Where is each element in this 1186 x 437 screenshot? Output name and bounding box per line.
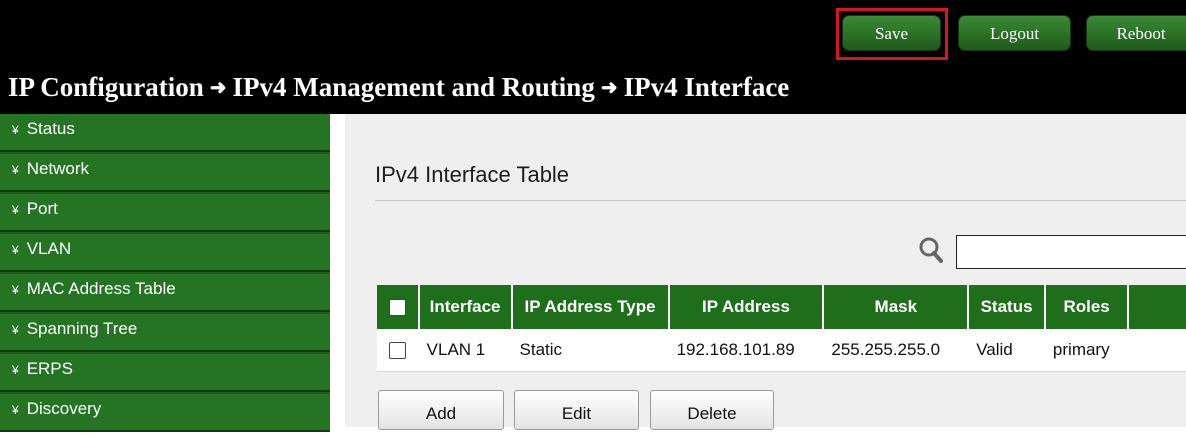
chevron-down-icon: ¥ <box>12 123 19 137</box>
reboot-button[interactable]: Reboot <box>1086 15 1186 51</box>
cell-roles: primary <box>1044 329 1129 372</box>
cell-interface: VLAN 1 <box>418 329 512 372</box>
add-button[interactable]: Add <box>378 390 504 430</box>
sidebar-item-erps[interactable]: ¥ ERPS <box>0 354 330 392</box>
search-input[interactable] <box>956 235 1186 269</box>
page-title: IPv4 Interface Table <box>375 162 570 187</box>
column-header-ip-address-type[interactable]: IP Address Type <box>511 285 670 329</box>
chevron-down-icon: ¥ <box>12 403 19 417</box>
row-select-cell <box>377 329 419 372</box>
row-checkbox[interactable] <box>389 342 407 360</box>
top-bar: Save Logout Reboot <box>0 0 1186 64</box>
sidebar-item-status[interactable]: ¥ Status <box>0 114 330 152</box>
main-content <box>345 114 1186 427</box>
sidebar-item-label: ERPS <box>26 359 73 378</box>
chevron-down-icon: ¥ <box>12 163 19 177</box>
ipv4-interface-table: Interface IP Address Type IP Address Mas… <box>377 285 1186 372</box>
sidebar-item-label: Network <box>26 159 90 178</box>
breadcrumb-bar: IP Configuration ➜ IPv4 Management and Rou… <box>0 64 1186 114</box>
breadcrumb: IP Configuration ➜ IPv4 Management and Rou… <box>8 72 789 103</box>
save-highlight-box <box>836 8 948 60</box>
cell-ip-address-type: Static <box>511 329 669 372</box>
breadcrumb-arrow-icon: ➜ <box>209 77 227 99</box>
column-header-roles[interactable]: Roles <box>1044 285 1130 329</box>
select-all-header <box>377 285 420 329</box>
chevron-down-icon: ¥ <box>12 283 19 297</box>
sidebar-item-discovery[interactable]: ¥ Discovery <box>0 394 330 432</box>
sidebar-item-vlan[interactable]: ¥ VLAN <box>0 234 330 272</box>
cell-extra <box>1128 329 1186 372</box>
breadcrumb-arrow-icon: ➜ <box>600 77 618 99</box>
sidebar-item-label: Port <box>26 199 58 218</box>
title-divider <box>375 200 1186 201</box>
sidebar-item-port[interactable]: ¥ Port <box>0 194 330 232</box>
sidebar-item-label: Status <box>26 119 75 138</box>
cell-status: Valid <box>968 329 1045 372</box>
breadcrumb-item-ip-configuration: IP Configuration <box>8 72 204 102</box>
logout-button[interactable]: Logout <box>958 15 1071 51</box>
chevron-down-icon: ¥ <box>12 363 19 377</box>
sidebar-item-network[interactable]: ¥ Network <box>0 154 330 192</box>
sidebar: ¥ Status ¥ Network ¥ Port ¥ VLAN ¥ MAC Addres… <box>0 114 330 432</box>
cell-ip-address: 192.168.101.89 <box>668 329 824 372</box>
column-header-mask[interactable]: Mask <box>823 285 970 329</box>
select-all-checkbox[interactable] <box>388 299 406 317</box>
chevron-down-icon: ¥ <box>12 243 19 257</box>
column-header-interface[interactable]: Interface <box>418 285 513 329</box>
table-header-row: Interface IP Address Type IP Address Mas… <box>377 285 1186 329</box>
edit-button[interactable]: Edit <box>514 390 639 430</box>
table-row[interactable]: VLAN 1 Static 192.168.101.89 255.255.255… <box>377 329 1186 372</box>
sidebar-item-label: Discovery <box>26 399 102 418</box>
sidebar-item-label: MAC Address Table <box>26 279 176 298</box>
delete-button[interactable]: Delete <box>650 390 774 430</box>
sidebar-item-label: VLAN <box>26 239 72 258</box>
column-header-status[interactable]: Status <box>968 285 1046 329</box>
chevron-down-icon: ¥ <box>12 203 19 217</box>
breadcrumb-item-ipv4-interface: IPv4 Interface <box>623 72 790 102</box>
breadcrumb-item-ipv4-management: IPv4 Management and Routing <box>232 72 595 102</box>
chevron-down-icon: ¥ <box>12 323 19 337</box>
cell-mask: 255.255.255.0 <box>823 329 969 372</box>
column-header-ip-address[interactable]: IP Address <box>668 285 825 329</box>
search-icon[interactable] <box>918 236 944 264</box>
sidebar-item-mac-address-table[interactable]: ¥ MAC Address Table <box>0 274 330 312</box>
sidebar-item-spanning-tree[interactable]: ¥ Spanning Tree <box>0 314 330 352</box>
sidebar-item-label: Spanning Tree <box>26 319 138 338</box>
column-header-extra <box>1128 285 1186 329</box>
